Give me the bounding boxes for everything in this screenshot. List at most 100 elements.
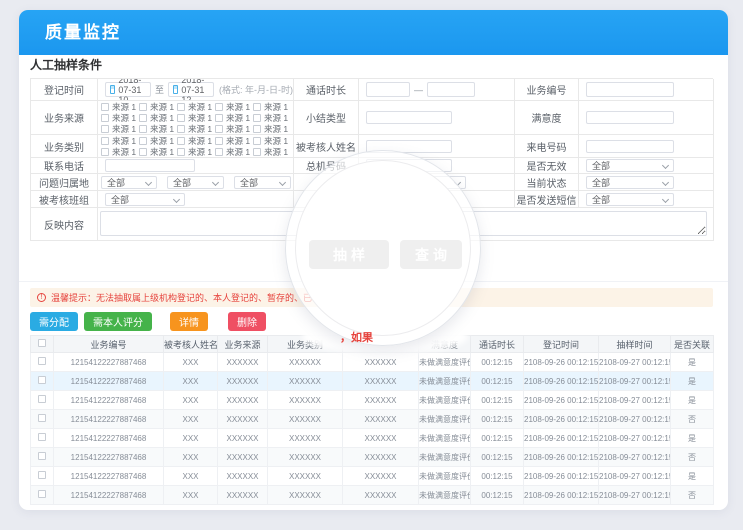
- checkbox-option[interactable]: 来源 1: [253, 123, 291, 134]
- business-no-input[interactable]: [586, 82, 674, 97]
- checkbox-label: 来源 1: [264, 123, 288, 135]
- row-checkbox[interactable]: [38, 357, 46, 365]
- checkbox-option[interactable]: 来源 1: [215, 146, 253, 157]
- category-cell: XXXXXX: [268, 372, 343, 391]
- checkbox-option[interactable]: 来源 1: [177, 101, 215, 112]
- row-checkbox[interactable]: [38, 376, 46, 384]
- send-sms-select[interactable]: 全部: [586, 193, 674, 206]
- satisfaction-cell: 未做满意度评价: [419, 448, 471, 467]
- checkbox-label: 来源 1: [188, 123, 212, 135]
- checkbox-option[interactable]: 来源 1: [253, 146, 291, 157]
- select-all-checkbox[interactable]: [38, 339, 46, 347]
- problem-region-select-1[interactable]: 全部: [101, 176, 157, 189]
- query-button[interactable]: 查询: [400, 240, 462, 269]
- calendar-icon[interactable]: [110, 85, 115, 94]
- problem-region-select-3[interactable]: 全部: [234, 176, 291, 189]
- checkbox-option[interactable]: 来源 1: [101, 112, 139, 123]
- satisfaction-cell: 未做满意度评价: [419, 486, 471, 505]
- row-checkbox[interactable]: [38, 471, 46, 479]
- summary-type-input[interactable]: [366, 111, 452, 124]
- checkbox-option[interactable]: 来源 1: [139, 112, 177, 123]
- action-button-2[interactable]: 需本人评分: [84, 312, 152, 331]
- register-time-cell: 2108-09-26 00:12:15: [524, 410, 599, 429]
- action-button-3[interactable]: 详情: [170, 312, 208, 331]
- action-button-1[interactable]: 需分配: [30, 312, 78, 331]
- assessed-team-select[interactable]: 全部: [105, 193, 185, 206]
- checkbox[interactable]: [177, 137, 185, 145]
- checkbox[interactable]: [253, 114, 261, 122]
- checkbox-option[interactable]: 来源 1: [101, 123, 139, 134]
- checkbox-option[interactable]: 来源 1: [139, 135, 177, 146]
- checkbox-option[interactable]: 来源 1: [253, 135, 291, 146]
- checkbox[interactable]: [139, 114, 147, 122]
- related-cell: 是: [671, 372, 714, 391]
- call-duration-max-input[interactable]: [427, 82, 475, 97]
- checkbox-option[interactable]: 来源 1: [177, 112, 215, 123]
- row-checkbox[interactable]: [38, 452, 46, 460]
- register-time-field: 2018-07-31 10 至 2018-07-31 12 (格式: 年-月-日…: [98, 79, 294, 101]
- caller-number-input[interactable]: [586, 140, 674, 153]
- row-checkbox[interactable]: [38, 414, 46, 422]
- problem-region-select-2[interactable]: 全部: [167, 176, 224, 189]
- invalid-flag-field: 全部: [579, 158, 714, 174]
- checkbox[interactable]: [253, 103, 261, 111]
- checkbox[interactable]: [215, 148, 223, 156]
- send-sms-label: 是否发送短信: [515, 191, 579, 208]
- checkbox[interactable]: [101, 103, 109, 111]
- source-cell: XXXXXX: [218, 467, 268, 486]
- row-checkbox[interactable]: [38, 490, 46, 498]
- checkbox[interactable]: [253, 125, 261, 133]
- satisfaction-input[interactable]: [586, 111, 674, 124]
- checkbox-option[interactable]: 来源 1: [215, 135, 253, 146]
- checkbox-option[interactable]: 来源 1: [177, 123, 215, 134]
- checkbox-option[interactable]: 来源 1: [215, 123, 253, 134]
- current-status-select[interactable]: 全部: [586, 176, 674, 189]
- table-row: 12154122227887468XXXXXXXXXXXXXXXXXXXXX未做…: [31, 410, 714, 429]
- checkbox-option[interactable]: 来源 1: [101, 135, 139, 146]
- checkbox[interactable]: [253, 148, 261, 156]
- checkbox-option[interactable]: 来源 1: [101, 146, 139, 157]
- checkbox[interactable]: [177, 125, 185, 133]
- column-header: 业务编号: [54, 336, 164, 353]
- warning-icon: !: [37, 293, 46, 302]
- checkbox[interactable]: [139, 103, 147, 111]
- checkbox-option[interactable]: 来源 1: [253, 112, 291, 123]
- checkbox-option[interactable]: 来源 1: [139, 123, 177, 134]
- contact-phone-input[interactable]: [105, 159, 195, 172]
- checkbox-option[interactable]: 来源 1: [139, 146, 177, 157]
- checkbox[interactable]: [253, 137, 261, 145]
- satisfaction-cell: 未做满意度评价: [419, 372, 471, 391]
- checkbox-option[interactable]: 来源 1: [253, 101, 291, 112]
- action-button-4[interactable]: 删除: [228, 312, 266, 331]
- checkbox-option[interactable]: 来源 1: [139, 101, 177, 112]
- checkbox[interactable]: [215, 114, 223, 122]
- checkbox[interactable]: [139, 137, 147, 145]
- row-checkbox[interactable]: [38, 395, 46, 403]
- checkbox[interactable]: [177, 148, 185, 156]
- checkbox-option[interactable]: 来源 1: [215, 101, 253, 112]
- checkbox[interactable]: [215, 125, 223, 133]
- column-header: 登记时间: [524, 336, 599, 353]
- calendar-icon[interactable]: [173, 85, 178, 94]
- checkbox-option[interactable]: 来源 1: [101, 101, 139, 112]
- checkbox[interactable]: [215, 103, 223, 111]
- checkbox[interactable]: [101, 125, 109, 133]
- checkbox-option[interactable]: 来源 1: [177, 135, 215, 146]
- checkbox[interactable]: [139, 125, 147, 133]
- checkbox[interactable]: [177, 114, 185, 122]
- feedback-content-label: 反映内容: [31, 208, 98, 241]
- sample-button[interactable]: 抽样: [309, 240, 389, 269]
- checkbox[interactable]: [101, 137, 109, 145]
- checkbox-option[interactable]: 来源 1: [215, 112, 253, 123]
- register-time-from-input[interactable]: 2018-07-31 10: [105, 82, 151, 97]
- invalid-flag-select[interactable]: 全部: [586, 159, 674, 172]
- call-duration-min-input[interactable]: [366, 82, 410, 97]
- checkbox[interactable]: [139, 148, 147, 156]
- checkbox[interactable]: [101, 114, 109, 122]
- checkbox-option[interactable]: 来源 1: [177, 146, 215, 157]
- checkbox[interactable]: [101, 148, 109, 156]
- checkbox[interactable]: [215, 137, 223, 145]
- register-time-to-input[interactable]: 2018-07-31 12: [168, 82, 214, 97]
- row-checkbox[interactable]: [38, 433, 46, 441]
- checkbox[interactable]: [177, 103, 185, 111]
